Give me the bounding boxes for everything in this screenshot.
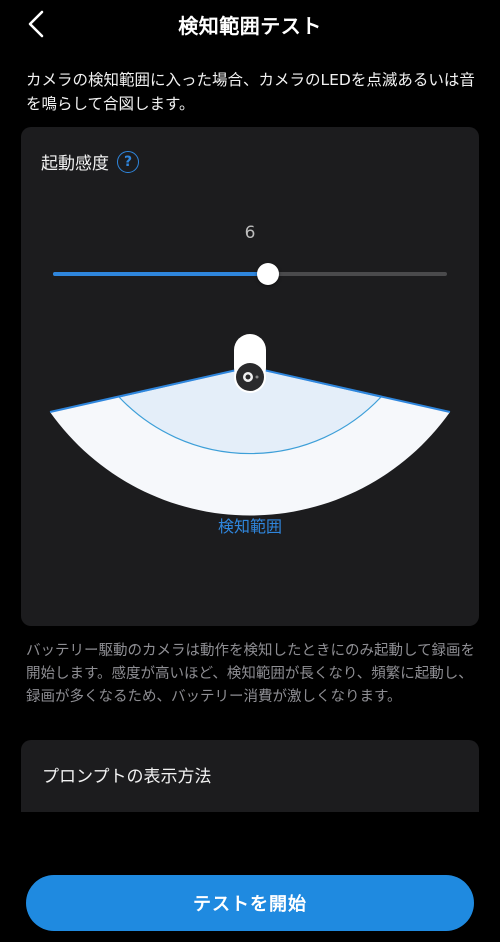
detection-range-diagram xyxy=(49,334,451,516)
detection-range-label: 検知範囲 xyxy=(217,517,282,536)
sensitivity-card: 起動感度 ? 6 検知範囲 xyxy=(21,127,479,626)
sensitivity-label: 起動感度 xyxy=(41,154,109,174)
start-test-button[interactable]: テストを開始 xyxy=(26,875,474,931)
slider-fill xyxy=(53,272,268,276)
detection-range-test-screen: 検知範囲テスト カメラの検知範囲に入った場合、カメラのLEDを点滅あるいは音を鳴… xyxy=(0,0,500,942)
camera-icon xyxy=(234,334,266,393)
slider-thumb[interactable] xyxy=(256,263,279,285)
sensitivity-slider[interactable] xyxy=(53,263,447,285)
scroll-fade xyxy=(0,812,500,842)
page-title: 検知範囲テスト xyxy=(178,14,322,38)
sensitivity-value: 6 xyxy=(244,223,256,243)
prompt-method-title: プロンプトの表示方法 xyxy=(42,767,212,787)
battery-info-text: バッテリー駆動のカメラは動作を検知したときにのみ起動して録画を開始します。感度が… xyxy=(26,643,476,705)
question-circle-icon[interactable]: ? xyxy=(117,150,139,173)
header: 検知範囲テスト xyxy=(0,0,500,50)
description-text: カメラの検知範囲に入った場合、カメラのLEDを点滅あるいは音を鳴らして合図します… xyxy=(26,71,475,113)
prompt-method-card[interactable]: プロンプトの表示方法 xyxy=(21,740,479,815)
sensitivity-header: 起動感度 ? xyxy=(41,149,139,174)
